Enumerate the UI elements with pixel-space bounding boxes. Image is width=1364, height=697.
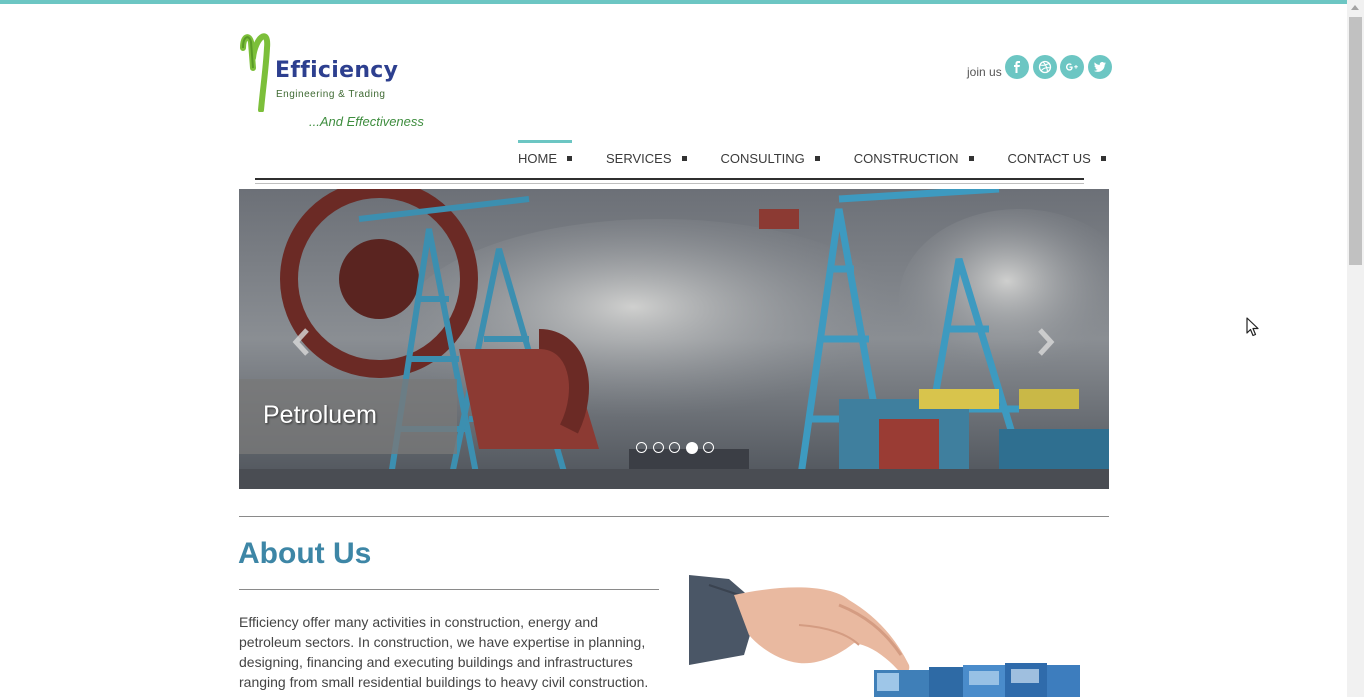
join-us-label: join us (967, 64, 1002, 79)
slider-dot[interactable] (652, 442, 664, 453)
nav-bullet-icon (681, 155, 687, 161)
social-links: join us (967, 54, 1112, 80)
nav-item-label: CONSULTING (720, 150, 805, 166)
slider-dot[interactable] (636, 442, 647, 453)
slider-prev-arrow-icon[interactable] (289, 327, 315, 357)
nav-item-label: HOME (518, 150, 557, 166)
nav-item-services[interactable]: SERVICES (606, 140, 687, 176)
hero-slider[interactable]: Petroluem (239, 189, 1109, 489)
page-scrollbar[interactable] (1347, 0, 1364, 697)
scroll-up-arrow-icon[interactable] (1351, 5, 1359, 10)
slide-caption-text: Petroluem (263, 401, 377, 429)
section-divider (239, 516, 1109, 517)
facebook-icon[interactable] (1005, 55, 1030, 79)
google-plus-icon[interactable] (1060, 55, 1085, 79)
brand-subtitle: Engineering & Trading (276, 89, 386, 100)
eta-logo-mark (240, 33, 271, 112)
dribbble-icon[interactable] (1032, 55, 1057, 79)
nav-item-label: CONTACT US (1007, 150, 1091, 166)
about-heading: About Us (238, 537, 372, 570)
slider-pagination (636, 441, 720, 454)
nav-item-label: CONSTRUCTION (853, 150, 959, 166)
slider-next-arrow-icon[interactable] (1032, 327, 1058, 357)
slider-dot[interactable] (669, 442, 680, 453)
slider-dot[interactable] (703, 442, 714, 453)
nav-bullet-icon (968, 155, 974, 161)
twitter-icon[interactable] (1087, 55, 1112, 79)
about-paragraph: Efficiency offer many activities in cons… (239, 614, 649, 690)
nav-bullet-icon (1100, 155, 1106, 161)
nav-divider (255, 178, 1084, 184)
main-nav: HOME SERVICES CONSULTING CONSTRUCTION CO… (518, 140, 1140, 176)
brand-tagline: ...And Effectiveness (309, 114, 424, 129)
about-image-hand-cubes (689, 575, 1109, 697)
top-accent-bar (0, 0, 1347, 4)
slider-dot-active[interactable] (685, 441, 698, 454)
nav-item-consulting[interactable]: CONSULTING (721, 140, 820, 176)
mouse-cursor-icon (1246, 317, 1259, 337)
nav-item-home[interactable]: HOME (518, 140, 572, 176)
nav-item-construction[interactable]: CONSTRUCTION (854, 140, 974, 176)
nav-item-contact-us[interactable]: CONTACT US (1008, 140, 1106, 176)
nav-item-label: SERVICES (606, 150, 672, 166)
about-divider (239, 589, 659, 590)
nav-bullet-icon (814, 155, 820, 161)
scrollbar-thumb[interactable] (1349, 17, 1362, 265)
slide-caption: Petroluem (239, 379, 457, 454)
nav-bullet-icon (567, 155, 572, 161)
brand-name: Efficiency (275, 58, 399, 83)
